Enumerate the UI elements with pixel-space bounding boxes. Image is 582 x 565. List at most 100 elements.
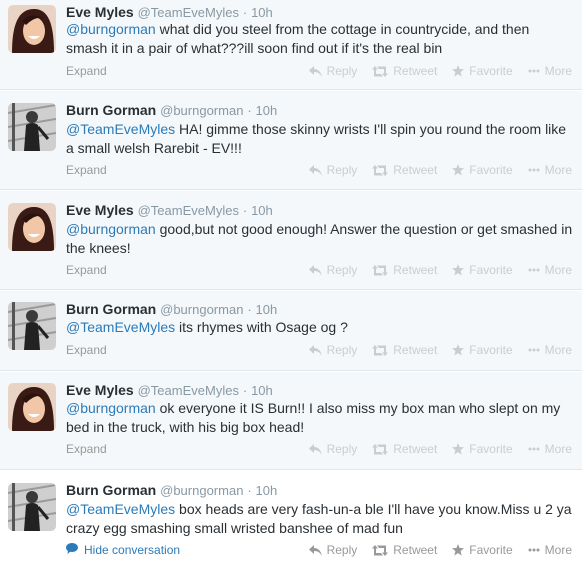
favorite-button[interactable]: Favorite	[452, 342, 513, 358]
mention-link[interactable]: @TeamEveMyles	[66, 121, 175, 137]
tweet-text: @burngorman what did you steel from the …	[66, 20, 574, 58]
tweet-actions: Reply Retweet Favorite More	[308, 342, 572, 358]
retweet-button[interactable]: Retweet	[372, 342, 437, 358]
separator: ·	[242, 203, 248, 218]
avatar[interactable]	[8, 5, 56, 53]
reply-button[interactable]: Reply	[308, 342, 357, 358]
expand-label[interactable]: Expand	[66, 263, 107, 277]
timestamp[interactable]: 10h	[251, 383, 273, 398]
retweet-button[interactable]: Retweet	[372, 441, 437, 457]
author-fullname[interactable]: Eve Myles	[66, 382, 134, 398]
author-username[interactable]: @burngorman	[160, 302, 243, 317]
more-button[interactable]: More	[528, 342, 572, 358]
reply-button[interactable]: Reply	[308, 542, 357, 558]
tweet[interactable]: Eve Myles @TeamEveMyles · 10h @burngorma…	[0, 191, 582, 290]
tweet[interactable]: Burn Gorman @burngorman · 10h @TeamEveMy…	[0, 91, 582, 190]
expand-link[interactable]: Expand	[66, 262, 107, 278]
author-fullname[interactable]: Burn Gorman	[66, 301, 156, 317]
retweet-icon	[372, 264, 389, 276]
favorite-button[interactable]: Favorite	[452, 63, 513, 79]
expand-label[interactable]: Expand	[66, 64, 107, 78]
avatar[interactable]	[8, 483, 56, 531]
more-label: More	[544, 263, 572, 277]
author-username[interactable]: @burngorman	[160, 483, 243, 498]
reply-button[interactable]: Reply	[308, 441, 357, 457]
expand-link[interactable]: Expand	[66, 342, 107, 358]
tweet-header: Burn Gorman @burngorman · 10h	[66, 481, 277, 499]
more-dots-icon	[528, 548, 540, 552]
tweet-header: Burn Gorman @burngorman · 10h	[66, 101, 277, 119]
timestamp[interactable]: 10h	[251, 203, 273, 218]
author-fullname[interactable]: Burn Gorman	[66, 102, 156, 118]
hide-conversation-label[interactable]: Hide conversation	[84, 542, 180, 558]
more-button[interactable]: More	[528, 63, 572, 79]
retweet-label: Retweet	[393, 163, 438, 177]
retweet-button[interactable]: Retweet	[372, 262, 437, 278]
more-label: More	[544, 163, 572, 177]
favorite-button[interactable]: Favorite	[452, 441, 513, 457]
avatar[interactable]	[8, 103, 56, 151]
more-label: More	[544, 64, 572, 78]
reply-button[interactable]: Reply	[308, 162, 357, 178]
author-username[interactable]: @burngorman	[160, 103, 243, 118]
favorite-button[interactable]: Favorite	[452, 262, 513, 278]
expand-label[interactable]: Expand	[66, 442, 107, 456]
favorite-label: Favorite	[469, 442, 513, 456]
timestamp[interactable]: 10h	[251, 5, 273, 20]
more-dots-icon	[528, 168, 540, 172]
reply-icon	[308, 443, 322, 455]
expand-label[interactable]: Expand	[66, 163, 107, 177]
mention-link[interactable]: @burngorman	[66, 400, 156, 416]
expand-link[interactable]: Expand	[66, 162, 107, 178]
tweet[interactable]: Eve Myles @TeamEveMyles · 10h @burngorma…	[0, 372, 582, 470]
tweet[interactable]: Eve Myles @TeamEveMyles · 10h @burngorma…	[0, 0, 582, 90]
author-username[interactable]: @TeamEveMyles	[138, 383, 239, 398]
avatar[interactable]	[8, 383, 56, 431]
reply-icon	[308, 65, 322, 77]
star-icon	[452, 65, 465, 77]
retweet-button[interactable]: Retweet	[372, 162, 437, 178]
more-button[interactable]: More	[528, 542, 572, 558]
tweet-expanded[interactable]: Burn Gorman @burngorman · 10h @TeamEveMy…	[0, 471, 582, 565]
reply-button[interactable]: Reply	[308, 63, 358, 79]
author-fullname[interactable]: Eve Myles	[66, 4, 134, 20]
mention-link[interactable]: @burngorman	[66, 221, 156, 237]
retweet-icon	[372, 544, 389, 556]
author-username[interactable]: @TeamEveMyles	[138, 203, 239, 218]
reply-label: Reply	[326, 64, 358, 78]
star-icon	[452, 164, 465, 176]
expand-label[interactable]: Expand	[66, 343, 107, 357]
tweet-actions: Reply Retweet Favorite More	[308, 262, 572, 278]
more-label: More	[544, 343, 572, 357]
tweet-text: @TeamEveMyles box heads are very fash-un…	[66, 500, 574, 538]
avatar[interactable]	[8, 203, 56, 251]
author-username[interactable]: @TeamEveMyles	[138, 5, 239, 20]
tweet[interactable]: Burn Gorman @burngorman · 10h @TeamEveMy…	[0, 291, 582, 371]
author-fullname[interactable]: Eve Myles	[66, 202, 134, 218]
tweet-header: Eve Myles @TeamEveMyles · 10h	[66, 201, 273, 219]
timestamp[interactable]: 10h	[256, 483, 278, 498]
mention-link[interactable]: @TeamEveMyles	[66, 501, 175, 517]
more-button[interactable]: More	[528, 441, 572, 457]
separator: ·	[247, 103, 252, 118]
mention-link[interactable]: @TeamEveMyles	[66, 319, 175, 335]
hide-conversation-link[interactable]: Hide conversation	[66, 542, 180, 558]
avatar[interactable]	[8, 302, 56, 350]
retweet-button[interactable]: Retweet	[372, 542, 437, 558]
tweet-header: Eve Myles @TeamEveMyles · 10h	[66, 381, 273, 399]
reply-button[interactable]: Reply	[308, 262, 357, 278]
mention-link[interactable]: @burngorman	[66, 21, 156, 37]
timestamp[interactable]: 10h	[256, 302, 278, 317]
favorite-label: Favorite	[469, 163, 513, 177]
author-fullname[interactable]: Burn Gorman	[66, 482, 156, 498]
retweet-button[interactable]: Retweet	[372, 63, 437, 79]
more-button[interactable]: More	[528, 162, 572, 178]
favorite-button[interactable]: Favorite	[452, 162, 513, 178]
expand-link[interactable]: Expand	[66, 63, 107, 79]
more-label: More	[544, 543, 572, 557]
tweet-text: @burngorman good,but not good enough! An…	[66, 220, 574, 258]
timestamp[interactable]: 10h	[256, 103, 278, 118]
expand-link[interactable]: Expand	[66, 441, 107, 457]
more-button[interactable]: More	[528, 262, 572, 278]
favorite-button[interactable]: Favorite	[452, 542, 513, 558]
